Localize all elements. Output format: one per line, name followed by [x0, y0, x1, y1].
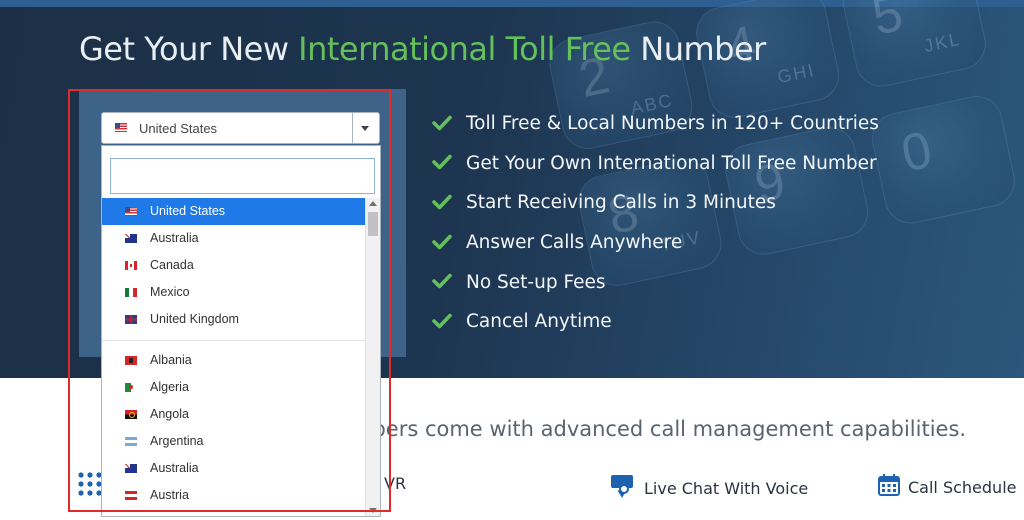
scroll-down-icon[interactable]: [369, 508, 377, 513]
feature-live-chat: Live Chat With Voice: [610, 474, 808, 502]
us-flag-icon: [125, 207, 137, 216]
feature-text: Get Your Own International Toll Free Num…: [466, 152, 877, 174]
al-flag-icon: [125, 356, 137, 365]
feature-label: Live Chat With Voice: [644, 478, 809, 498]
keypad-key: 0: [867, 91, 1020, 229]
country-option-argentina[interactable]: Argentina: [102, 428, 367, 455]
country-dropdown: United States Australia Canada Mexico Un…: [101, 145, 381, 517]
check-icon: [432, 193, 458, 213]
scrollbar-thumb[interactable]: [368, 212, 378, 236]
feature-item: No Set-up Fees: [432, 262, 879, 302]
feature-text: Start Receiving Calls in 3 Minutes: [466, 192, 776, 214]
divider: [102, 340, 367, 341]
title-text: Get Your New: [79, 30, 299, 68]
at-flag-icon: [125, 491, 137, 500]
feature-ivr: VR: [384, 474, 406, 493]
feature-text: Cancel Anytime: [466, 311, 612, 333]
chat-icon: [610, 474, 636, 502]
feature-item: Toll Free & Local Numbers in 120+ Countr…: [432, 104, 879, 144]
scroll-up-icon[interactable]: [369, 201, 377, 206]
title-text: Number: [630, 30, 766, 68]
selected-country: United States: [139, 121, 218, 136]
country-select[interactable]: United States: [101, 112, 380, 144]
au-flag-icon: [125, 234, 137, 243]
page-title: Get Your New International Toll Free Num…: [79, 30, 766, 68]
feature-item: Answer Calls Anywhere: [432, 223, 879, 263]
country-option-united-kingdom[interactable]: United Kingdom: [102, 306, 367, 333]
country-search-input[interactable]: [110, 158, 375, 194]
feature-text: Answer Calls Anywhere: [466, 232, 683, 254]
country-option-algeria[interactable]: Algeria: [102, 374, 367, 401]
country-option-mexico[interactable]: Mexico: [102, 279, 367, 306]
keypad-key: 5 JKL: [838, 0, 991, 92]
calendar-icon: [878, 474, 900, 500]
country-option-united-states[interactable]: United States: [102, 198, 367, 225]
check-icon: [432, 114, 458, 134]
dz-flag-icon: [125, 383, 137, 392]
feature-item: Cancel Anytime: [432, 302, 879, 342]
feature-text: No Set-up Fees: [466, 271, 606, 293]
check-icon: [432, 272, 458, 292]
section-subtitle: mbers come with advanced call management…: [352, 417, 967, 441]
country-option-australia[interactable]: Australia: [102, 455, 367, 482]
uk-flag-icon: [125, 315, 137, 324]
feature-list: Toll Free & Local Numbers in 120+ Countr…: [432, 104, 879, 342]
check-icon: [432, 153, 458, 173]
country-option-austria[interactable]: Austria: [102, 482, 367, 509]
country-option-canada[interactable]: Canada: [102, 252, 367, 279]
country-option-angola[interactable]: Angola: [102, 401, 367, 428]
au-flag-icon: [125, 464, 137, 473]
title-accent: International Toll Free: [298, 30, 631, 68]
dialpad-icon: [78, 472, 102, 496]
feature-label: VR: [384, 474, 407, 493]
ca-flag-icon: [125, 261, 137, 270]
feature-item: Get Your Own International Toll Free Num…: [432, 144, 879, 184]
check-icon: [432, 233, 458, 253]
ar-flag-icon: [125, 437, 137, 446]
mx-flag-icon: [125, 288, 137, 297]
chevron-down-icon[interactable]: [352, 113, 379, 143]
ao-flag-icon: [125, 410, 137, 419]
feature-item: Start Receiving Calls in 3 Minutes: [432, 183, 879, 223]
us-flag-icon: [115, 123, 127, 132]
feature-call-schedule: Call Schedule: [878, 474, 1016, 500]
dropdown-scrollbar[interactable]: [365, 198, 380, 516]
country-option-australia[interactable]: Australia: [102, 225, 367, 252]
check-icon: [432, 312, 458, 332]
country-option-albania[interactable]: Albania: [102, 347, 367, 374]
feature-text: Toll Free & Local Numbers in 120+ Countr…: [466, 113, 879, 135]
feature-label: Call Schedule: [908, 477, 1017, 497]
country-options: United States Australia Canada Mexico Un…: [102, 198, 367, 509]
